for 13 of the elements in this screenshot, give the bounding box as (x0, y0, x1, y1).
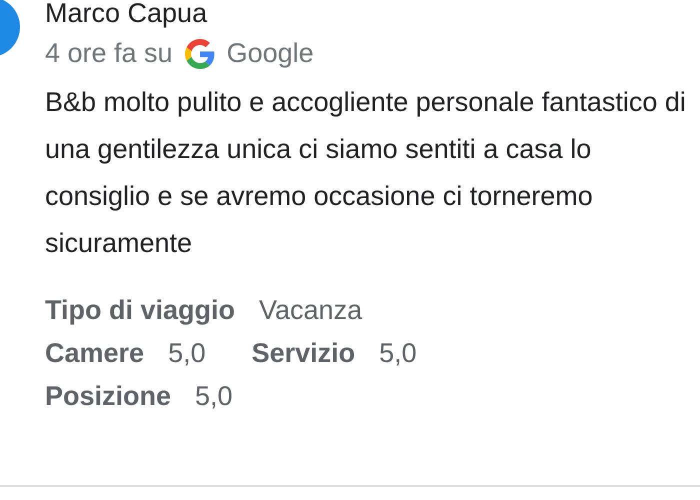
detail-value: 5,0 (168, 338, 206, 369)
review-text: B&b molto pulito e accogliente personale fantastico di una gentilezza unica ci siamo sentiti a casa lo consiglio e se avremo occasione ci torneremo sicuramente (45, 86, 687, 260)
detail-value: 5,0 (195, 381, 233, 412)
detail-value: Vacanza (259, 295, 362, 326)
detail-value: 5,0 (379, 338, 417, 369)
detail-label: Servizio (252, 338, 356, 369)
review-source: Google (226, 38, 314, 69)
review-time: 4 ore fa su (45, 38, 173, 69)
google-logo-icon (184, 38, 215, 68)
detail-label: Camere (45, 338, 144, 369)
detail-label: Posizione (45, 381, 172, 412)
author-name: Marco Capua (45, 0, 208, 28)
detail-label: Tipo di viaggio (45, 295, 236, 326)
